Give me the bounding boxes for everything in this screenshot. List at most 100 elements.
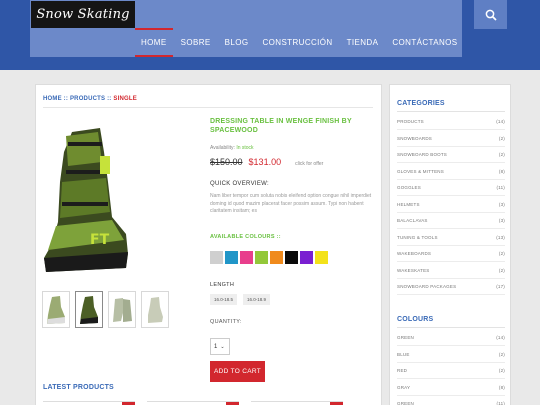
size-options: 16.0-18.5 16.0-18.9 [210, 294, 271, 305]
thumbnail[interactable] [141, 291, 169, 328]
breadcrumb-products[interactable]: PRODUCTS [70, 96, 105, 102]
colour-item-label: RED [397, 368, 408, 373]
product-title: DRESSING TABLE IN WENGE FINISH BY SPACEW… [210, 118, 352, 134]
length-heading: LENGTH [210, 282, 235, 288]
category-item-count: (2) [498, 267, 505, 273]
chevron-down-icon: ⌄ [220, 344, 225, 350]
category-item-count: (8) [498, 168, 505, 174]
colour-item-count: (14) [496, 335, 505, 340]
category-item-label: SNOWBOARD PACKAGES [397, 284, 457, 289]
category-item[interactable]: SNOWBOARDS (2) [397, 131, 505, 147]
category-item[interactable]: GOGGLES (11) [397, 180, 505, 196]
colour-swatch[interactable] [270, 251, 283, 264]
colour-swatches [210, 251, 328, 264]
category-item-count: (13) [496, 234, 505, 240]
category-item-count: (3) [498, 201, 505, 207]
overview-heading: QUICK OVERVIEW: [210, 181, 269, 187]
latest-products-row [43, 401, 373, 405]
thumbnail-selected[interactable] [75, 291, 103, 328]
menu-item-contactanos[interactable]: CONTÁCTANOS [385, 36, 464, 57]
colour-item[interactable]: GRAY (8) [397, 380, 505, 396]
availability-label: Availability: [210, 145, 237, 151]
colour-item-label: BLUE [397, 351, 410, 357]
colour-item-label: GREEN [397, 335, 415, 340]
divider [397, 327, 505, 328]
menu-item-sobre[interactable]: SOBRE [174, 36, 218, 57]
menu-item-tienda[interactable]: TIENDA [340, 36, 386, 57]
menu-item-construccion[interactable]: CONSTRUCCIÓN [255, 36, 339, 57]
latest-product-card[interactable] [43, 401, 135, 405]
thumbnail-strip [42, 291, 169, 328]
colour-item[interactable]: BLUE (2) [397, 347, 505, 363]
colour-swatch[interactable] [300, 251, 313, 264]
search-icon [485, 9, 497, 21]
product-image[interactable]: FT [42, 122, 128, 274]
category-item-label: SNOWBOARD BOOTS [397, 152, 448, 157]
colour-swatch[interactable] [210, 251, 223, 264]
quantity-value: 1 [214, 344, 218, 350]
category-item-count: (14) [496, 119, 505, 124]
availability-value: In stock [236, 145, 254, 151]
old-price: $150.00 [210, 157, 243, 167]
colour-item[interactable]: GREEN (11) [397, 396, 505, 405]
category-item-label: GOGGLES [397, 185, 421, 190]
search-button[interactable] [474, 0, 507, 29]
breadcrumb: HOME :: PRODUCTS :: SINGLE [43, 96, 137, 102]
menu-item-blog[interactable]: BLOG [218, 36, 256, 57]
category-item-label: HELMETS [397, 201, 420, 207]
category-item-label: SNOWBOARDS [397, 135, 433, 141]
category-item[interactable]: PRODUCTS (14) [397, 114, 505, 130]
category-item[interactable]: WAKESKATES (2) [397, 263, 505, 279]
latest-products-heading: LATEST PRODUCTS [43, 384, 114, 391]
size-option[interactable]: 16.0-18.9 [243, 294, 271, 305]
add-to-cart-button[interactable]: ADD TO CART [210, 361, 265, 382]
breadcrumb-separator: :: [61, 96, 70, 102]
menu-item-home[interactable]: HOME [134, 28, 174, 57]
category-item-count: (2) [498, 152, 505, 157]
latest-product-card[interactable] [251, 401, 343, 405]
category-item-count: (3) [498, 218, 505, 223]
availability: Availability: In stock [210, 145, 254, 151]
category-item-count: (11) [496, 185, 505, 190]
colour-swatch[interactable] [255, 251, 268, 264]
site-logo[interactable]: Snow Skating [31, 1, 135, 28]
main-menu: HOME SOBRE BLOG CONSTRUCCIÓN TIENDA CONT… [134, 28, 465, 57]
quantity-select[interactable]: 1 ⌄ [210, 338, 230, 355]
offer-link[interactable]: click for offer [295, 161, 323, 167]
colours-sidebar-heading: COLOURS [397, 316, 434, 323]
category-item[interactable]: SNOWBOARD BOOTS (2) [397, 147, 505, 163]
category-item-label: GLOVES & MITTENS [397, 168, 444, 174]
latest-product-card[interactable] [147, 401, 239, 405]
category-item-label: WAKEBOARDS [397, 251, 432, 256]
divider [43, 107, 373, 108]
quantity-heading: QUANTITY: [210, 319, 242, 325]
colour-swatch[interactable] [285, 251, 298, 264]
category-item[interactable]: BALACLAVAS (3) [397, 213, 505, 229]
breadcrumb-home[interactable]: HOME [43, 96, 62, 102]
colour-item-count: (11) [496, 401, 505, 405]
colour-item[interactable]: RED (2) [397, 363, 505, 379]
colour-item-count: (2) [498, 351, 505, 357]
category-item-count: (2) [498, 251, 505, 256]
colour-swatch[interactable] [225, 251, 238, 264]
category-item[interactable]: GLOVES & MITTENS (8) [397, 164, 505, 180]
colour-item-count: (8) [498, 384, 505, 390]
category-item-count: (2) [498, 135, 505, 141]
breadcrumb-current: SINGLE [113, 96, 137, 102]
price: $150.00 $131.00 click for offer [210, 157, 323, 167]
category-item[interactable]: WAKEBOARDS (2) [397, 246, 505, 262]
category-item-label: BALACLAVAS [397, 218, 428, 223]
colour-swatch[interactable] [240, 251, 253, 264]
thumbnail[interactable] [108, 291, 136, 328]
size-option[interactable]: 16.0-18.5 [210, 294, 238, 305]
colours-heading: AVAILABLE COLOURS :: [210, 234, 281, 240]
colour-item[interactable]: GREEN (14) [397, 330, 505, 346]
category-item-count: (17) [496, 284, 505, 289]
category-item[interactable]: TUNING & TOOLS (13) [397, 230, 505, 246]
colour-swatch[interactable] [315, 251, 328, 264]
category-item[interactable]: SNOWBOARD PACKAGES (17) [397, 279, 505, 295]
thumbnail[interactable] [42, 291, 70, 328]
category-item[interactable]: HELMETS (3) [397, 197, 505, 213]
colour-item-label: GRAY [397, 384, 411, 390]
categories-heading: CATEGORIES [397, 100, 445, 107]
